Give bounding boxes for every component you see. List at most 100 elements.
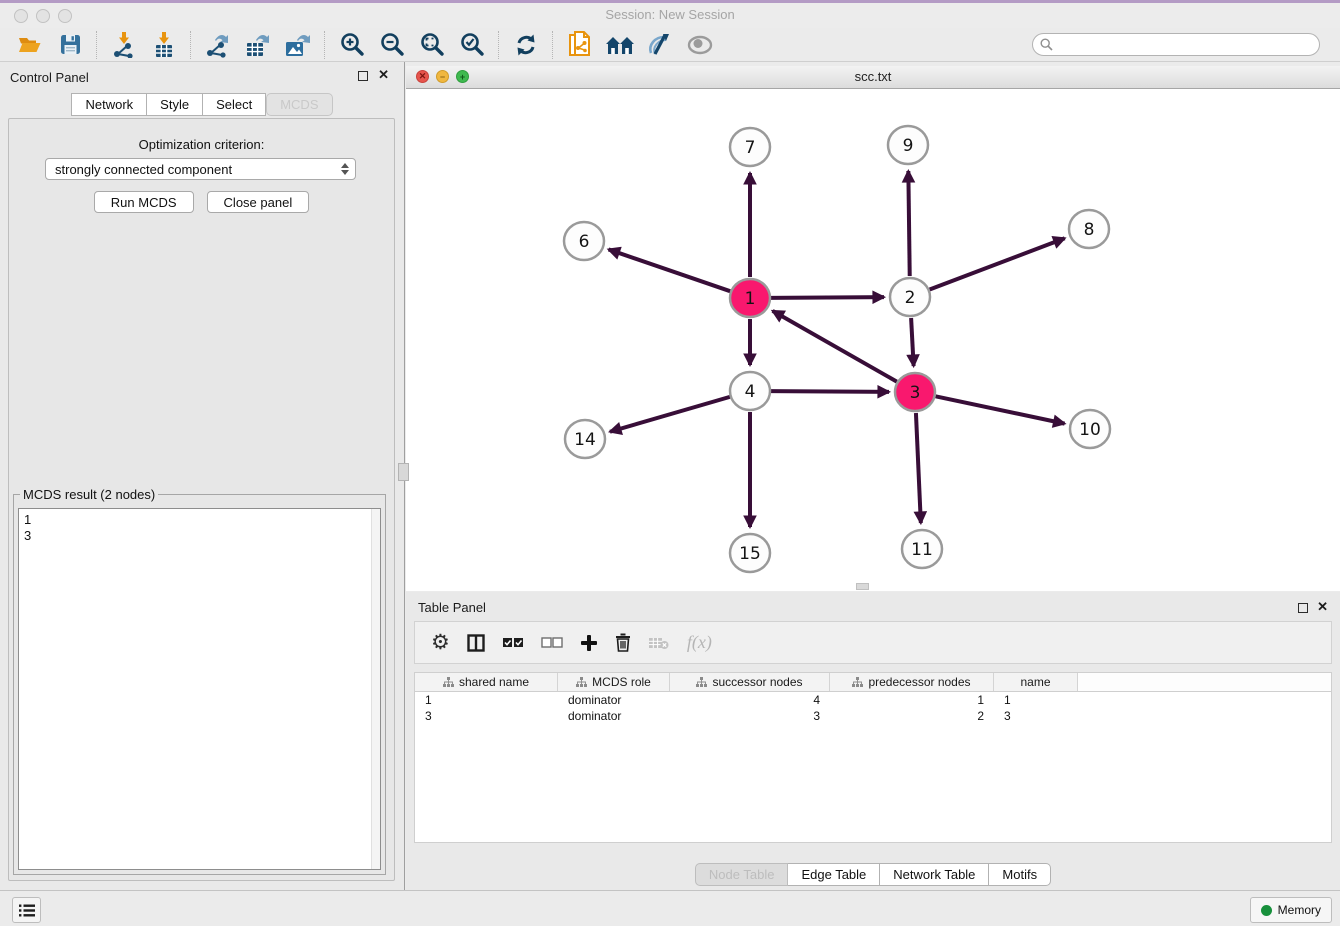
export-image-button[interactable] (278, 30, 318, 60)
canvas-resize-handle[interactable] (856, 583, 869, 590)
table-cell[interactable]: 3 (994, 708, 1078, 724)
graph-node-1[interactable]: 1 (730, 279, 770, 317)
table-cell[interactable]: dominator (558, 692, 670, 708)
show-columns-button[interactable] (467, 634, 485, 652)
refresh-button[interactable] (506, 30, 546, 60)
close-table-panel-icon[interactable]: ✕ (1317, 600, 1328, 614)
table-cell[interactable]: 2 (830, 708, 994, 724)
graph-edge-3-10[interactable] (936, 396, 1065, 423)
deselect-all-button[interactable] (541, 636, 563, 650)
tab-network[interactable]: Network (71, 93, 147, 116)
graph-node-4[interactable]: 4 (730, 372, 770, 410)
table-row[interactable]: 1dominator411 (415, 692, 1331, 708)
graph-edge-2-3[interactable] (911, 318, 914, 366)
graph-node-8[interactable]: 8 (1069, 210, 1109, 248)
tab-network-table[interactable]: Network Table (880, 863, 989, 886)
graph-node-11[interactable]: 11 (902, 530, 942, 568)
graph-node-10[interactable]: 10 (1070, 410, 1110, 448)
show-graphics-details-button[interactable] (680, 30, 720, 60)
graph-node-15[interactable]: 15 (730, 534, 770, 572)
mcds-result-text[interactable]: 13 (18, 508, 381, 870)
panel-splitter-handle[interactable] (398, 463, 409, 481)
save-icon (60, 34, 81, 55)
task-history-button[interactable] (12, 897, 41, 923)
function-builder-button[interactable]: f(x) (687, 632, 712, 653)
zoom-fit-icon (420, 32, 445, 57)
graph-edge-2-9[interactable] (908, 171, 909, 276)
table-settings-button[interactable]: ⚙ (431, 633, 450, 653)
close-panel-icon[interactable]: ✕ (378, 68, 389, 82)
graph-edge-1-6[interactable] (609, 249, 731, 291)
graph-node-9[interactable]: 9 (888, 126, 928, 164)
float-table-panel-icon[interactable] (1298, 603, 1308, 613)
column-header-successor-nodes[interactable]: successor nodes (670, 673, 830, 691)
table-row[interactable]: 3dominator323 (415, 708, 1331, 724)
table-cell[interactable]: 1 (994, 692, 1078, 708)
table-cell[interactable]: 1 (830, 692, 994, 708)
criterion-dropdown[interactable]: strongly connected component (45, 158, 356, 180)
open-session-button[interactable] (10, 30, 50, 60)
table-cell[interactable]: 3 (415, 708, 558, 724)
import-table-button[interactable] (144, 30, 184, 60)
add-row-button[interactable] (580, 634, 598, 652)
graph-edge-3-1[interactable] (773, 311, 897, 382)
graph-edge-1-2[interactable] (771, 297, 884, 298)
zoom-out-button[interactable] (372, 30, 412, 60)
search-input[interactable] (1057, 37, 1319, 53)
close-panel-button[interactable]: Close panel (207, 191, 310, 213)
export-table-button[interactable] (238, 30, 278, 60)
network-window-titlebar[interactable]: ✕ − + scc.txt (406, 66, 1340, 89)
result-scrollbar[interactable] (371, 509, 380, 869)
graph-edge-4-3[interactable] (771, 391, 889, 392)
zoom-selected-button[interactable] (452, 30, 492, 60)
delete-row-button[interactable] (615, 633, 631, 652)
float-panel-icon[interactable] (358, 71, 368, 81)
network-graph[interactable]: 1 2 3 4 6 7 8 9 10 11 14 15 (406, 89, 1340, 591)
column-header-predecessor-nodes[interactable]: predecessor nodes (830, 673, 994, 691)
tab-motifs[interactable]: Motifs (989, 863, 1051, 886)
hide-graphics-details-button[interactable] (640, 30, 680, 60)
table-body[interactable]: 1dominator4113dominator323 (415, 692, 1331, 842)
table-cell[interactable]: 3 (670, 708, 830, 724)
graph-node-14[interactable]: 14 (565, 420, 605, 458)
column-header-MCDS-role[interactable]: MCDS role (558, 673, 670, 691)
table-cell[interactable]: 1 (415, 692, 558, 708)
delete-table-button[interactable] (648, 636, 670, 650)
select-all-button[interactable] (502, 636, 524, 650)
control-panel: Control Panel ✕ Network Style Select MCD… (0, 62, 405, 890)
svg-text:4: 4 (745, 382, 756, 402)
run-mcds-button[interactable]: Run MCDS (94, 191, 194, 213)
graph-node-3[interactable]: 3 (895, 373, 935, 411)
home-button[interactable] (600, 30, 640, 60)
zoom-in-button[interactable] (332, 30, 372, 60)
network-title: scc.txt (406, 69, 1340, 84)
table-cell[interactable]: 4 (670, 692, 830, 708)
clone-network-button[interactable] (560, 30, 600, 60)
tab-edge-table[interactable]: Edge Table (788, 863, 880, 886)
zoom-fit-button[interactable] (412, 30, 452, 60)
graph-node-2[interactable]: 2 (890, 278, 930, 316)
mcds-panel: Optimization criterion: strongly connect… (8, 118, 395, 881)
graph-edge-4-14[interactable] (610, 397, 730, 432)
column-header-name[interactable]: name (994, 673, 1078, 691)
graph-edge-3-11[interactable] (916, 413, 921, 523)
criterion-dropdown-value: strongly connected component (55, 162, 232, 177)
save-session-button[interactable] (50, 30, 90, 60)
result-lines: 13 (24, 512, 375, 544)
tab-mcds[interactable]: MCDS (266, 93, 332, 116)
tab-style[interactable]: Style (147, 93, 203, 116)
column-type-icon (576, 677, 587, 688)
import-network-button[interactable] (104, 30, 144, 60)
graph-edge-2-8[interactable] (930, 238, 1065, 289)
column-header-shared-name[interactable]: shared name (415, 673, 558, 691)
graph-node-6[interactable]: 6 (564, 222, 604, 260)
table-panel-title: Table Panel (418, 600, 486, 615)
tab-select[interactable]: Select (203, 93, 266, 116)
memory-button[interactable]: Memory (1250, 897, 1332, 923)
export-network-button[interactable] (198, 30, 238, 60)
search-box[interactable] (1032, 33, 1320, 56)
graph-node-7[interactable]: 7 (730, 128, 770, 166)
table-cell[interactable]: dominator (558, 708, 670, 724)
tab-node-table[interactable]: Node Table (695, 863, 789, 886)
network-canvas[interactable]: 1 2 3 4 6 7 8 9 10 11 14 15 (406, 89, 1340, 591)
